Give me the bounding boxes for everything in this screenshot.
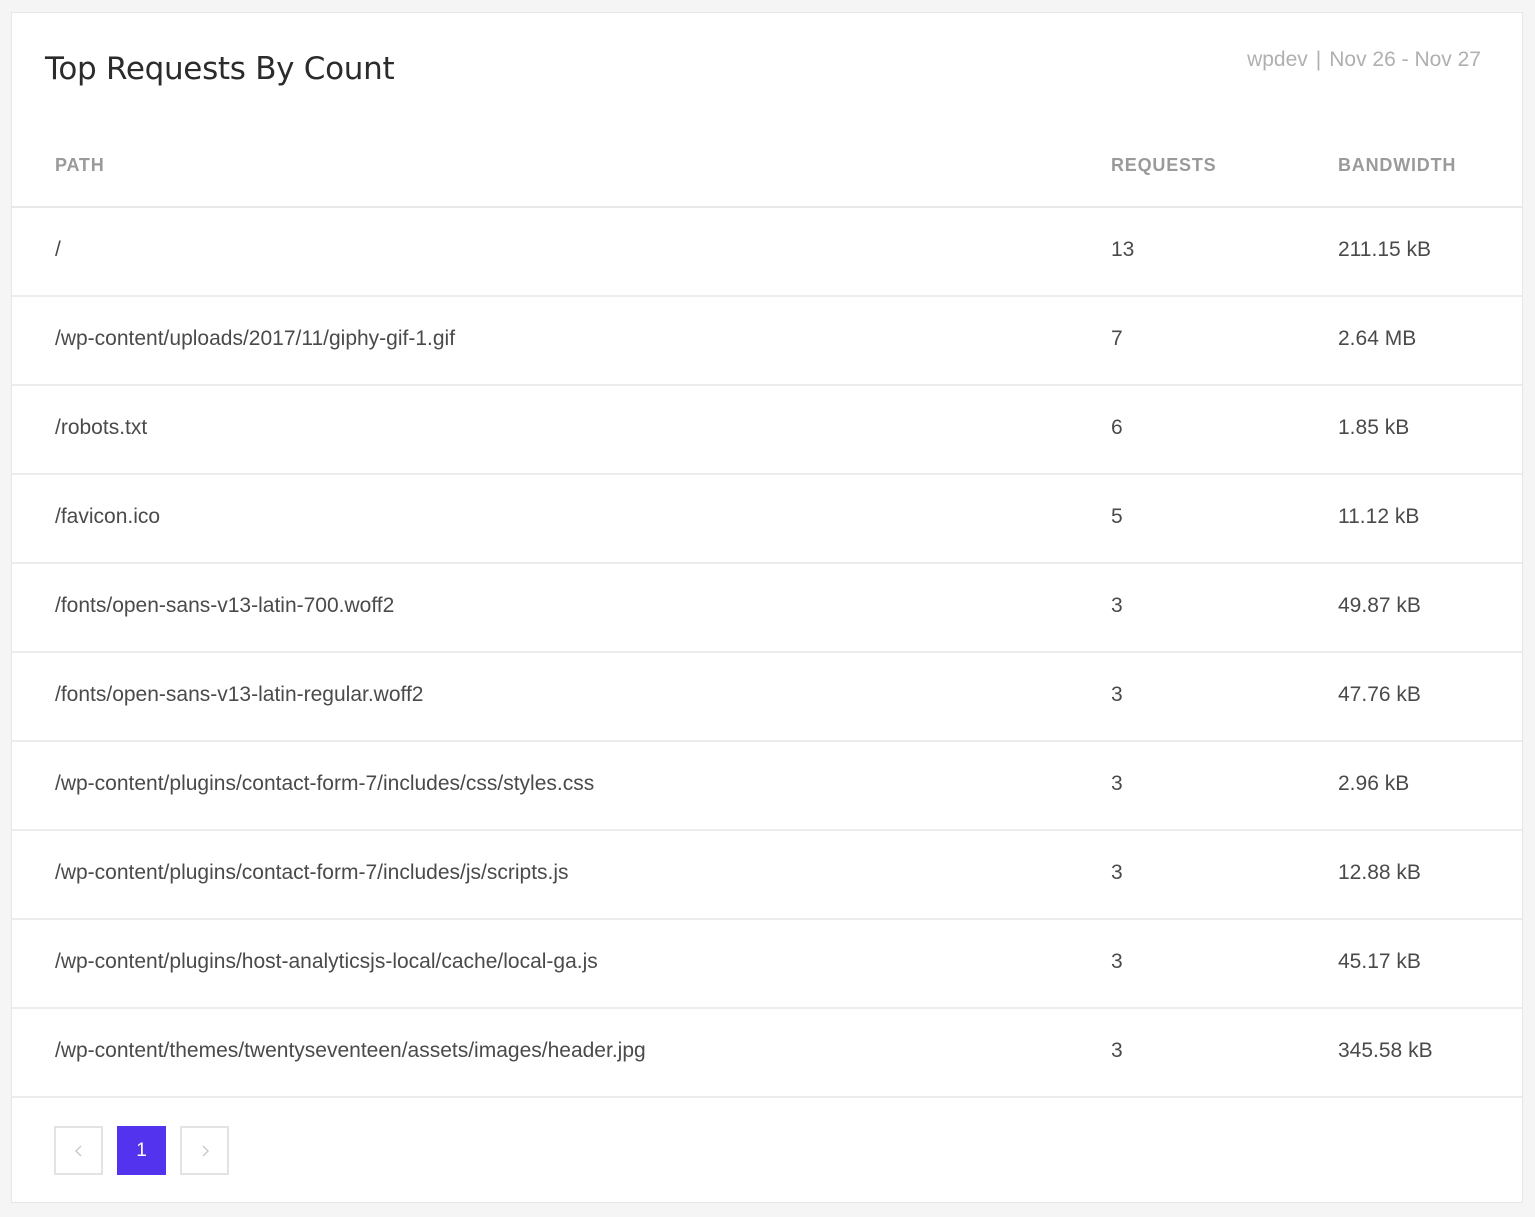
table-row: /wp-content/plugins/contact-form-7/inclu… [12, 831, 1522, 920]
cell-path: /fonts/open-sans-v13-latin-700.woff2 [55, 594, 395, 617]
cell-path: /wp-content/plugins/host-analyticsjs-loc… [55, 950, 598, 973]
cell-requests: 3 [1111, 950, 1123, 973]
cell-path: /wp-content/uploads/2017/11/giphy-gif-1.… [55, 327, 456, 350]
cell-path: /robots.txt [55, 416, 148, 439]
page-1-button[interactable]: 1 [117, 1126, 166, 1175]
cell-requests: 13 [1111, 238, 1135, 261]
site-name: wpdev [1247, 48, 1308, 71]
table-row: /wp-content/uploads/2017/11/giphy-gif-1.… [12, 297, 1522, 386]
cell-bandwidth: 49.87 kB [1338, 594, 1421, 617]
cell-requests: 3 [1111, 861, 1123, 884]
cell-path: / [55, 238, 61, 261]
cell-requests: 3 [1111, 772, 1123, 795]
date-range: Nov 26 - Nov 27 [1329, 48, 1481, 71]
cell-requests: 3 [1111, 594, 1123, 617]
cell-bandwidth: 45.17 kB [1338, 950, 1421, 973]
cell-requests: 7 [1111, 327, 1123, 350]
table-row: /wp-content/plugins/host-analyticsjs-loc… [12, 920, 1522, 1009]
cell-requests: 3 [1111, 1039, 1123, 1062]
cell-path: /fonts/open-sans-v13-latin-regular.woff2 [55, 683, 424, 706]
cell-bandwidth: 12.88 kB [1338, 861, 1421, 884]
table-row: /robots.txt 6 1.85 kB [12, 386, 1522, 475]
cell-path: /wp-content/plugins/contact-form-7/inclu… [55, 861, 569, 884]
cell-requests: 6 [1111, 416, 1123, 439]
table-header: PATH REQUESTS BANDWIDTH [12, 131, 1522, 208]
column-header-requests: REQUESTS [1111, 155, 1217, 175]
meta-separator: | [1315, 48, 1322, 71]
chevron-right-icon [202, 1145, 209, 1156]
table-row: / 13 211.15 kB [12, 208, 1522, 297]
chevron-left-icon [74, 1145, 81, 1156]
table-row: /wp-content/themes/twentyseventeen/asset… [12, 1009, 1522, 1098]
cell-bandwidth: 1.85 kB [1338, 416, 1410, 439]
cell-bandwidth: 2.64 MB [1338, 327, 1417, 350]
cell-bandwidth: 211.15 kB [1338, 238, 1432, 261]
cell-requests: 3 [1111, 683, 1123, 706]
cell-path: /favicon.ico [55, 505, 161, 528]
column-header-bandwidth: BANDWIDTH [1338, 155, 1457, 175]
cell-path: /wp-content/themes/twentyseventeen/asset… [55, 1039, 646, 1062]
card-title: Top Requests By Count [45, 51, 395, 87]
table-row: /favicon.ico 5 11.12 kB [12, 475, 1522, 564]
next-page-button[interactable] [180, 1126, 229, 1175]
cell-bandwidth: 11.12 kB [1338, 505, 1420, 528]
table-row: /wp-content/plugins/contact-form-7/inclu… [12, 742, 1522, 831]
cell-bandwidth: 2.96 kB [1338, 772, 1410, 795]
cell-path: /wp-content/plugins/contact-form-7/inclu… [55, 772, 595, 795]
table-row: /fonts/open-sans-v13-latin-700.woff2 3 4… [12, 564, 1522, 653]
previous-page-button[interactable] [54, 1126, 103, 1175]
top-requests-card: Top Requests By Count wpdev | Nov 26 - Nov… [11, 12, 1523, 1203]
cell-requests: 5 [1111, 505, 1123, 528]
cell-bandwidth: 345.58 kB [1338, 1039, 1433, 1062]
card-meta: wpdev | Nov 26 - Nov 27 [1247, 48, 1481, 72]
column-header-path: PATH [55, 155, 105, 175]
cell-bandwidth: 47.76 kB [1338, 683, 1421, 706]
table-row: /fonts/open-sans-v13-latin-regular.woff2… [12, 653, 1522, 742]
